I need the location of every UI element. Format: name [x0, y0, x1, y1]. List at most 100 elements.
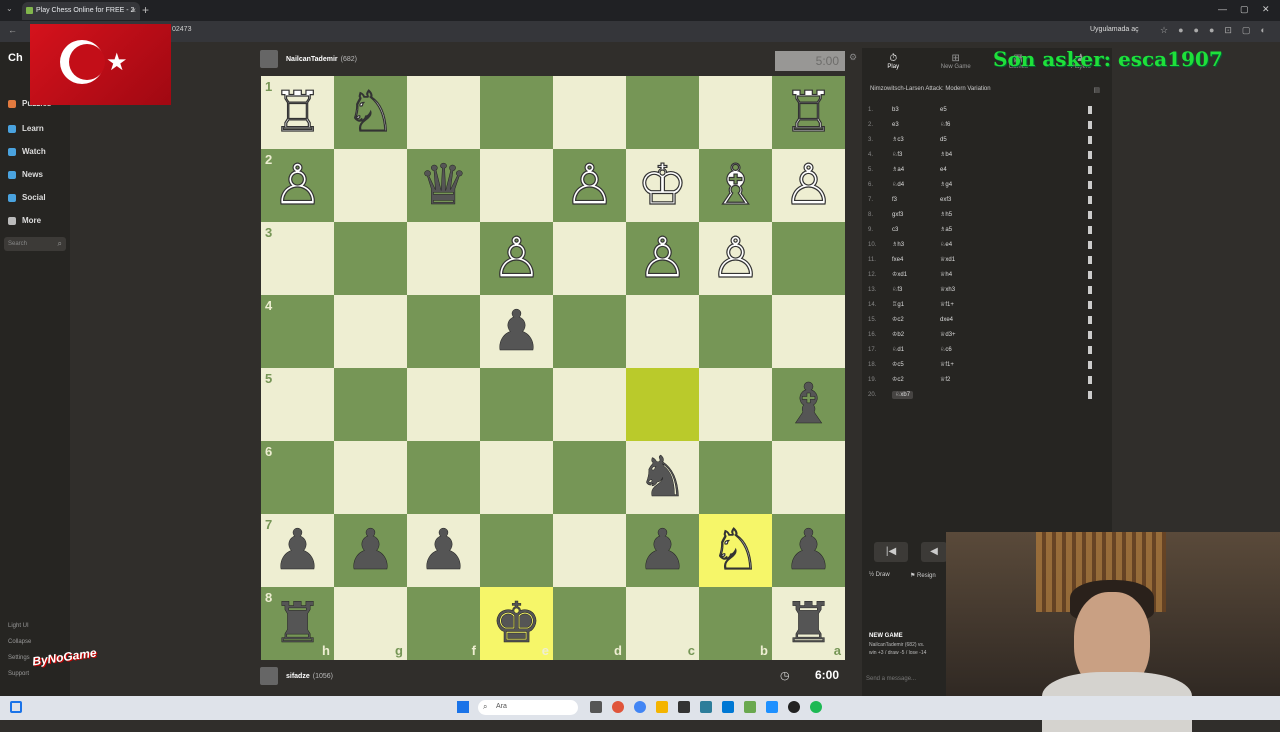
avatar[interactable] — [260, 667, 278, 685]
board-square-f2[interactable]: ♛ — [407, 149, 480, 222]
board-square-b8[interactable]: b — [699, 587, 772, 660]
top-player-name[interactable]: NailcanTademir — [286, 56, 338, 63]
board-square-b1[interactable] — [699, 76, 772, 149]
extension-icons[interactable]: ☆●●●⊡▢◐ — [1160, 25, 1276, 36]
board-square-f5[interactable] — [407, 368, 480, 441]
white-knight-piece[interactable]: ♘ — [345, 83, 396, 140]
board-square-f7[interactable]: ♟ — [407, 514, 480, 587]
board-square-d8[interactable]: d — [553, 587, 626, 660]
app-icon[interactable] — [700, 701, 712, 713]
board-square-c5[interactable] — [626, 368, 699, 441]
black-move[interactable]: ♗b4 — [940, 151, 1020, 158]
board-square-e7[interactable] — [480, 514, 553, 587]
settings-link[interactable]: Settings — [8, 655, 30, 661]
board-square-e4[interactable]: ♟ — [480, 295, 553, 368]
tab-play[interactable]: ⏱ Play — [862, 48, 925, 80]
board-square-h8[interactable]: 8 h ♜ — [261, 587, 334, 660]
opera-icon[interactable] — [612, 701, 624, 713]
address-bar[interactable]: 02473 — [172, 26, 191, 33]
black-move[interactable]: ♕d3+ — [940, 331, 1020, 338]
close-window-button[interactable]: ✕ — [1262, 4, 1270, 15]
black-knight-piece[interactable]: ♞ — [637, 449, 688, 506]
board-square-a6[interactable] — [772, 441, 845, 514]
board-square-c8[interactable]: c — [626, 587, 699, 660]
board-square-h5[interactable]: 5 — [261, 368, 334, 441]
black-queen-piece[interactable]: ♛ — [418, 157, 469, 214]
board-square-c6[interactable]: ♞ — [626, 441, 699, 514]
black-pawn-piece[interactable]: ♟ — [783, 522, 834, 579]
board-square-g8[interactable]: g — [334, 587, 407, 660]
previous-move-button[interactable]: ◀ — [921, 542, 947, 562]
collapse-button[interactable]: Collapse — [8, 639, 31, 645]
chess-logo[interactable]: Ch — [8, 52, 23, 64]
board-square-b3[interactable]: ♙ — [699, 222, 772, 295]
white-move[interactable]: f3 — [892, 197, 940, 203]
white-knight-piece[interactable]: ♘ — [710, 521, 761, 578]
white-move[interactable]: c3 — [892, 227, 940, 233]
board-square-b7[interactable]: ♘ — [699, 514, 772, 587]
board-square-a4[interactable] — [772, 295, 845, 368]
black-move[interactable]: ♕f1+ — [940, 301, 1020, 308]
board-square-d2[interactable]: ♙ — [553, 149, 626, 222]
board-square-a7[interactable]: ♟ — [772, 514, 845, 587]
back-icon[interactable]: ← — [8, 25, 17, 35]
board-square-a8[interactable]: a ♜ — [772, 587, 845, 660]
board-square-h1[interactable]: 1 ♖ — [261, 76, 334, 149]
maximize-button[interactable]: ▢ — [1240, 4, 1249, 15]
board-square-d6[interactable] — [553, 441, 626, 514]
white-move[interactable]: ♖g1 — [892, 301, 940, 308]
board-square-d7[interactable] — [553, 514, 626, 587]
white-pawn-piece[interactable]: ♙ — [491, 229, 542, 286]
board-square-c1[interactable] — [626, 76, 699, 149]
white-move[interactable]: ♗c3 — [892, 136, 940, 143]
white-move[interactable]: ♔c2 — [892, 376, 940, 383]
white-move[interactable]: ♔c2 — [892, 316, 940, 323]
board-square-b5[interactable] — [699, 368, 772, 441]
edge-icon[interactable] — [722, 701, 734, 713]
black-pawn-piece[interactable]: ♟ — [491, 303, 542, 360]
board-square-d1[interactable] — [553, 76, 626, 149]
start-icon[interactable] — [457, 701, 469, 713]
sidebar-item-social[interactable]: Social — [8, 193, 46, 202]
draw-button[interactable]: ½ Draw — [869, 572, 890, 578]
file-explorer-icon[interactable] — [590, 701, 602, 713]
board-square-f8[interactable]: f — [407, 587, 480, 660]
white-move[interactable]: ♗h3 — [892, 241, 940, 248]
white-pawn-piece[interactable]: ♙ — [637, 229, 688, 286]
black-king-piece[interactable]: ♚ — [491, 595, 542, 652]
black-move[interactable]: ♘f6 — [940, 121, 1020, 128]
black-move[interactable]: ♘c6 — [940, 346, 1020, 353]
black-move[interactable]: ♗h5 — [940, 211, 1020, 218]
white-move[interactable]: ♘d1 — [892, 346, 940, 353]
board-square-h4[interactable]: 4 — [261, 295, 334, 368]
sidebar-item-more[interactable]: More — [8, 216, 41, 225]
folder-icon[interactable] — [656, 701, 668, 713]
board-square-e5[interactable] — [480, 368, 553, 441]
black-pawn-piece[interactable]: ♟ — [345, 522, 396, 579]
board-square-b6[interactable] — [699, 441, 772, 514]
board-square-e1[interactable] — [480, 76, 553, 149]
widgets-icon[interactable] — [10, 701, 22, 713]
tab-new-game[interactable]: ⊞ New Game — [925, 48, 988, 80]
white-move[interactable]: e3 — [892, 122, 940, 128]
black-pawn-piece[interactable]: ♟ — [418, 522, 469, 579]
black-pawn-piece[interactable]: ♟ — [272, 522, 323, 579]
white-move[interactable]: b3 — [892, 107, 940, 113]
white-bishop-piece[interactable]: ♗ — [710, 156, 761, 213]
sidebar-item-learn[interactable]: Learn — [8, 124, 44, 133]
avatar[interactable] — [260, 50, 278, 68]
black-move[interactable]: ♕f2 — [940, 376, 1020, 383]
board-square-g4[interactable] — [334, 295, 407, 368]
white-move[interactable]: fxe4 — [892, 257, 940, 263]
white-king-piece[interactable]: ♔ — [637, 156, 688, 213]
board-square-e6[interactable] — [480, 441, 553, 514]
board-square-f3[interactable] — [407, 222, 480, 295]
board-square-e2[interactable] — [480, 149, 553, 222]
board-square-a2[interactable]: ♙ — [772, 149, 845, 222]
white-pawn-piece[interactable]: ♙ — [783, 156, 834, 213]
black-move[interactable]: e5 — [940, 107, 1020, 113]
board-square-f4[interactable] — [407, 295, 480, 368]
white-move[interactable]: ♗a4 — [892, 166, 940, 173]
black-move[interactable]: ♗a5 — [940, 226, 1020, 233]
sidebar-item-news[interactable]: News — [8, 170, 43, 179]
